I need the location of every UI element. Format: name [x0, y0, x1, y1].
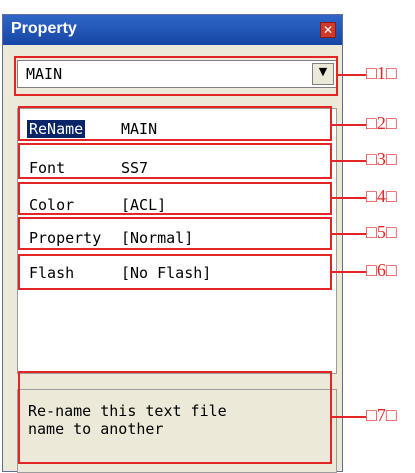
callout-leader-3: [332, 160, 366, 162]
callout-label-1: □1□: [366, 63, 397, 83]
close-icon: ✕: [322, 23, 334, 37]
window-title: Property: [11, 20, 77, 37]
title-bar[interactable]: Property ✕: [3, 15, 342, 45]
callout-label-5: □5□: [366, 222, 397, 242]
callout-leader-2: [332, 124, 366, 126]
callout-leader-1: [338, 74, 366, 76]
callout-label-2: □2□: [366, 113, 397, 133]
callout-box-6: [18, 254, 332, 290]
callout-label-6: □6□: [366, 260, 397, 280]
callout-box-4: [18, 182, 332, 215]
callout-box-2: [18, 106, 332, 141]
callout-leader-5: [332, 233, 366, 235]
callout-leader-7: [332, 416, 366, 418]
callout-box-7: [18, 371, 332, 464]
callout-box-1: [14, 56, 338, 96]
callout-box-5: [18, 217, 332, 250]
callout-label-3: □3□: [366, 149, 397, 169]
callout-label-4: □4□: [366, 186, 397, 206]
close-button[interactable]: ✕: [320, 22, 336, 38]
callout-leader-4: [332, 197, 366, 199]
callout-box-3: [18, 143, 332, 179]
callout-label-7: □7□: [366, 405, 397, 425]
callout-leader-6: [332, 271, 366, 273]
